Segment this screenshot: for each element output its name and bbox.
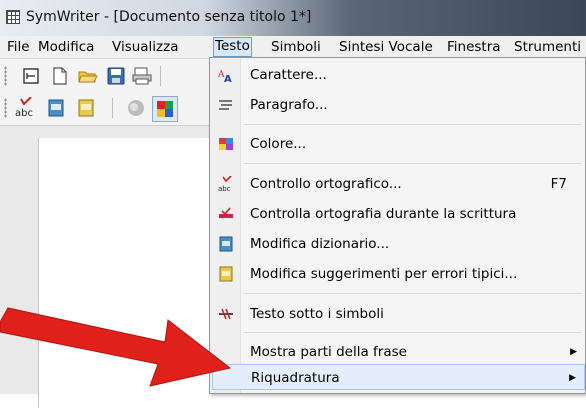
toolbar-row-1 xyxy=(0,61,215,91)
print-icon[interactable] xyxy=(130,64,154,88)
menu-item-testo-sotto-simboli[interactable]: Testo sotto i simboli xyxy=(212,301,585,327)
dictionary-icon[interactable] xyxy=(44,96,68,120)
window-title: SymWriter - [Documento senza titolo 1*] xyxy=(26,9,312,25)
toolbar-separator xyxy=(112,98,113,118)
app-icon xyxy=(6,10,20,24)
menu-item-mostra-parti-frase[interactable]: Mostra parti della frase ▶ xyxy=(212,339,585,365)
suggestions-icon[interactable] xyxy=(74,96,98,120)
save-disk-icon[interactable] xyxy=(104,64,128,88)
shortcut-label: F7 xyxy=(550,176,567,192)
color-icon xyxy=(218,136,234,152)
menu-item-label: Modifica dizionario... xyxy=(250,236,390,252)
menu-separator xyxy=(244,163,582,164)
toolbar-grip[interactable] xyxy=(4,66,7,86)
menu-item-modifica-dizionario[interactable]: Modifica dizionario... xyxy=(212,231,585,257)
menu-simboli[interactable]: Simboli xyxy=(270,38,322,56)
toolbar-grip[interactable] xyxy=(4,98,7,118)
spellcheck-icon[interactable]: abc xyxy=(12,96,36,120)
toolbar-area: abc xyxy=(0,59,215,126)
paragraph-icon xyxy=(218,97,234,113)
color-blocks-icon[interactable] xyxy=(152,96,178,122)
arrow-shape xyxy=(0,307,232,387)
new-document-icon[interactable] xyxy=(48,64,72,88)
menu-item-paragrafo[interactable]: Paragrafo... xyxy=(212,92,585,118)
menu-item-label: Colore... xyxy=(250,136,307,152)
red-arrow-annotation xyxy=(0,307,232,387)
menu-item-riquadratura[interactable]: Riquadratura ▶ xyxy=(212,364,585,390)
svg-text:A: A xyxy=(224,74,232,83)
menu-separator xyxy=(244,124,582,125)
toolbar-separator xyxy=(160,66,161,86)
menu-item-label: Riquadratura xyxy=(251,370,340,386)
svg-text:abc: abc xyxy=(15,108,33,119)
dictionary-icon xyxy=(218,236,234,252)
menu-separator xyxy=(244,332,582,333)
speech-icon[interactable] xyxy=(124,96,148,120)
menu-item-label: Mostra parti della frase xyxy=(250,344,407,360)
toolbar-row-2: abc xyxy=(0,93,215,123)
font-icon: AA xyxy=(217,67,234,85)
new-page-icon[interactable] xyxy=(20,64,44,88)
menu-strumenti[interactable]: Strumenti xyxy=(513,38,582,56)
menu-item-label: Carattere... xyxy=(250,67,327,83)
svg-text:abc: abc xyxy=(218,185,231,192)
submenu-arrow-icon: ▶ xyxy=(569,373,576,383)
menu-item-label: Paragrafo... xyxy=(250,97,328,113)
menu-file[interactable]: File xyxy=(6,38,31,56)
menu-item-colore[interactable]: Colore... xyxy=(212,131,585,157)
menu-visualizza[interactable]: Visualizza xyxy=(111,38,180,56)
menu-item-carattere[interactable]: AA Carattere... xyxy=(212,62,585,88)
submenu-arrow-icon: ▶ xyxy=(570,347,577,357)
spellcheck-icon: abc xyxy=(218,175,234,193)
menu-separator xyxy=(244,293,582,294)
menu-item-modifica-suggerimenti[interactable]: Modifica suggerimenti per errori tipici.… xyxy=(212,261,585,287)
menu-bar: File Modifica Visualizza Testo Simboli S… xyxy=(0,36,586,59)
menu-item-label: Controllo ortografico... xyxy=(250,176,402,192)
menu-testo[interactable]: Testo xyxy=(213,37,252,57)
suggestions-icon xyxy=(218,266,234,282)
open-folder-icon[interactable] xyxy=(76,64,100,88)
menu-finestra[interactable]: Finestra xyxy=(446,38,502,56)
menu-item-controllo-ortografico[interactable]: abc Controllo ortografico... F7 xyxy=(212,171,585,197)
title-bar: SymWriter - [Documento senza titolo 1*] xyxy=(0,0,586,36)
menu-item-label: Modifica suggerimenti per errori tipici.… xyxy=(250,266,518,282)
menu-sintesi-vocale[interactable]: Sintesi Vocale xyxy=(338,38,434,56)
menu-item-label: Controlla ortografia durante la scrittur… xyxy=(250,206,517,222)
menu-item-label: Testo sotto i simboli xyxy=(250,306,384,322)
text-menu-dropdown: AA Carattere... Paragrafo... Colore... a… xyxy=(209,57,586,394)
menu-item-controlla-ortografia-scrittura[interactable]: Controlla ortografia durante la scrittur… xyxy=(212,201,585,227)
live-spellcheck-icon xyxy=(218,206,234,222)
menu-modifica[interactable]: Modifica xyxy=(37,38,95,56)
